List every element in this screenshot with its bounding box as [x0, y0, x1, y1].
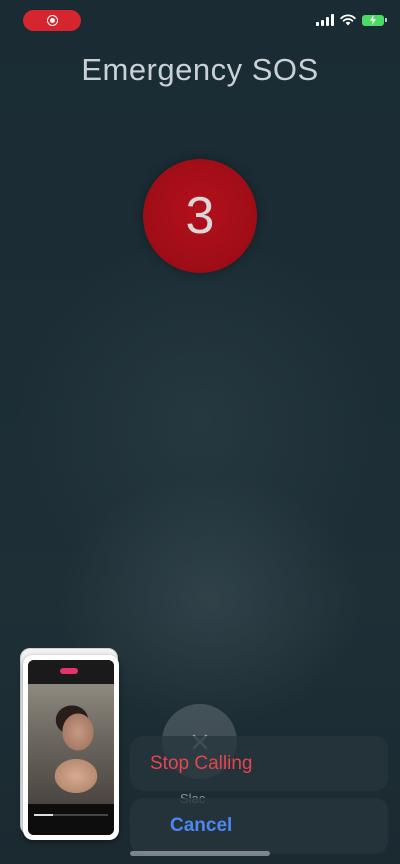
screenshot-thumbnail[interactable] — [20, 648, 130, 844]
page-title: Emergency SOS — [81, 52, 319, 87]
thumbnail-topbar — [28, 660, 114, 684]
cellular-signal-icon — [316, 14, 334, 26]
stop-calling-button[interactable]: Stop Calling — [130, 736, 388, 791]
thumbnail-controls — [28, 804, 114, 835]
countdown-timer: 3 — [143, 159, 257, 273]
record-icon — [46, 15, 58, 26]
thumbnail-progress-bar — [34, 814, 108, 816]
thumbnail-front-card[interactable] — [23, 655, 119, 840]
status-bar-icons — [316, 14, 387, 26]
wifi-icon — [340, 14, 356, 26]
screen-recording-indicator[interactable] — [23, 10, 81, 31]
thumbnail-badge — [60, 668, 78, 674]
cancel-button[interactable]: Cancel — [130, 798, 388, 854]
thumbnail-preview — [28, 660, 114, 835]
thumbnail-photo — [28, 684, 114, 804]
battery-charging-icon — [362, 14, 387, 26]
home-indicator[interactable] — [130, 851, 270, 856]
